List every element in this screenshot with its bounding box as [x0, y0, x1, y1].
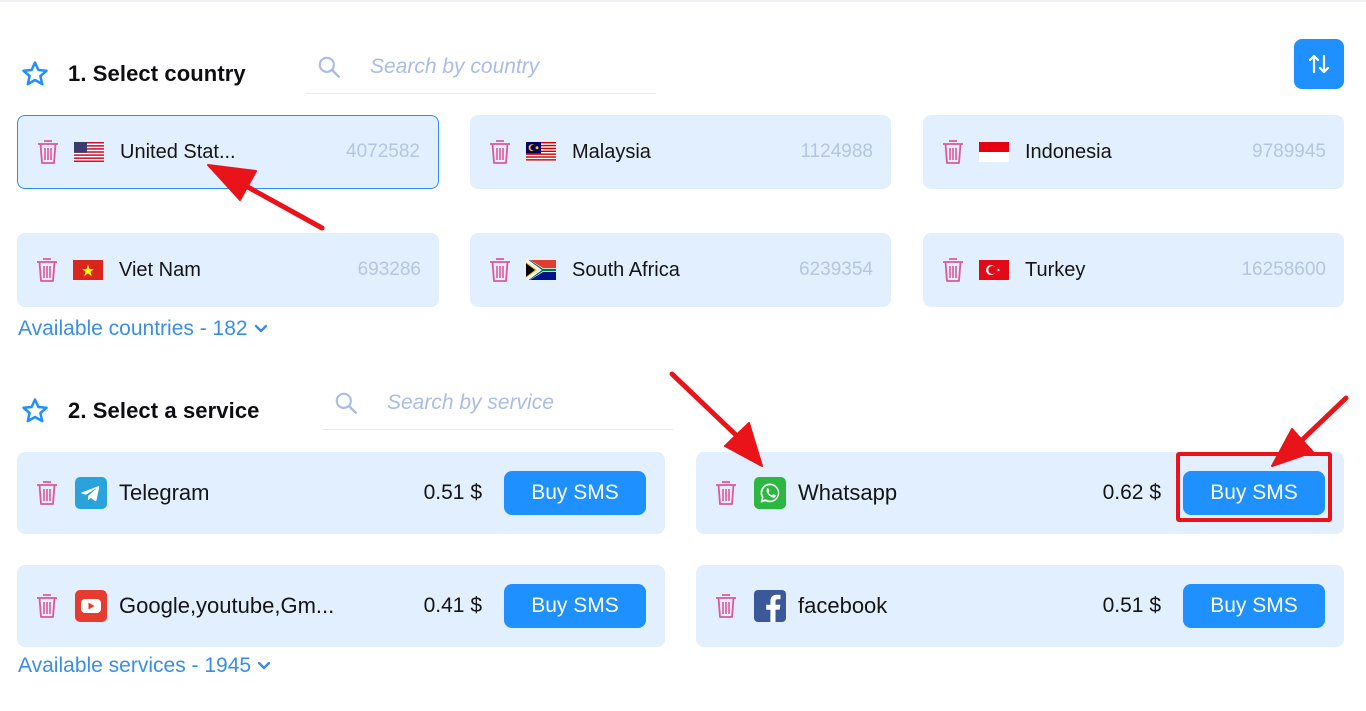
service-name: Google,youtube,Gm...: [119, 593, 335, 618]
trash-icon[interactable]: [941, 256, 965, 284]
country-name: South Africa: [572, 258, 680, 281]
service-card-google[interactable]: Google,youtube,Gm... 0.41 $ Buy SMS: [17, 565, 665, 647]
top-divider: [0, 0, 1366, 2]
service-price: 0.41 $: [423, 594, 482, 617]
telegram-icon: [75, 477, 107, 509]
flag-za-icon: [526, 260, 556, 280]
country-name: Indonesia: [1025, 140, 1112, 163]
country-count: 1124988: [800, 141, 873, 162]
search-icon: [318, 56, 340, 78]
buy-sms-button[interactable]: Buy SMS: [504, 584, 646, 628]
country-count: 16258600: [1241, 259, 1326, 280]
service-card-telegram[interactable]: Telegram 0.51 $ Buy SMS: [17, 452, 665, 534]
whatsapp-icon: [754, 477, 786, 509]
available-services-toggle[interactable]: Available services - 1945: [18, 654, 271, 678]
country-card-south-africa[interactable]: South Africa 6239354: [470, 233, 891, 307]
service-name: Telegram: [119, 480, 210, 505]
country-search-input[interactable]: [370, 54, 650, 79]
trash-icon[interactable]: [941, 138, 965, 166]
country-section-title: 1. Select country: [68, 61, 246, 86]
flag-id-icon: [979, 142, 1009, 162]
buy-sms-button[interactable]: Buy SMS: [1183, 584, 1325, 628]
flag-vn-icon: [73, 260, 103, 280]
country-search[interactable]: [306, 40, 656, 94]
service-search[interactable]: [323, 376, 673, 430]
service-price: 0.51 $: [423, 481, 482, 504]
country-card-malaysia[interactable]: Malaysia 1124988: [470, 115, 891, 189]
trash-icon[interactable]: [36, 138, 60, 166]
country-name: United Stat...: [120, 140, 236, 163]
annotation-highlight-box: [1176, 452, 1332, 522]
service-name: facebook: [798, 593, 888, 618]
service-card-facebook[interactable]: facebook 0.51 $ Buy SMS: [696, 565, 1344, 647]
star-icon[interactable]: [20, 59, 50, 89]
buy-sms-button[interactable]: Buy SMS: [504, 471, 646, 515]
trash-icon[interactable]: [35, 479, 59, 507]
flag-us-icon: [74, 142, 104, 162]
flag-my-icon: [526, 142, 556, 162]
country-count: 4072582: [346, 141, 420, 162]
trash-icon[interactable]: [488, 138, 512, 166]
facebook-icon: [754, 590, 786, 622]
search-icon: [335, 392, 357, 414]
service-section-title: 2. Select a service: [68, 398, 260, 423]
sort-icon: [1308, 54, 1330, 74]
country-card-viet-nam[interactable]: Viet Nam 693286: [17, 233, 439, 307]
country-count: 6239354: [799, 259, 873, 280]
country-name: Turkey: [1025, 258, 1086, 281]
country-card-turkey[interactable]: Turkey 16258600: [923, 233, 1344, 307]
trash-icon[interactable]: [714, 479, 738, 507]
available-countries-toggle[interactable]: Available countries - 182: [18, 317, 268, 341]
service-price: 0.62 $: [1102, 481, 1161, 504]
available-services-label: Available services - 1945: [18, 654, 252, 677]
country-card-indonesia[interactable]: Indonesia 9789945: [923, 115, 1344, 189]
country-card-united-states[interactable]: United Stat... 4072582: [17, 115, 439, 189]
country-count: 693286: [357, 259, 421, 280]
service-section-header: 2. Select a service: [20, 396, 260, 426]
sort-button[interactable]: [1294, 39, 1344, 89]
service-search-input[interactable]: [387, 390, 667, 415]
country-count: 9789945: [1252, 141, 1326, 162]
chevron-down-icon: [257, 661, 271, 670]
country-name: Malaysia: [572, 140, 651, 163]
trash-icon[interactable]: [488, 256, 512, 284]
youtube-icon: [75, 590, 107, 622]
flag-tr-icon: [979, 260, 1009, 280]
trash-icon[interactable]: [714, 592, 738, 620]
star-icon[interactable]: [20, 396, 50, 426]
chevron-down-icon: [254, 324, 267, 333]
available-countries-label: Available countries - 182: [18, 317, 248, 340]
service-price: 0.51 $: [1102, 594, 1161, 617]
service-name: Whatsapp: [798, 480, 898, 505]
trash-icon[interactable]: [35, 256, 59, 284]
trash-icon[interactable]: [35, 592, 59, 620]
country-section-header: 1. Select country: [20, 59, 246, 89]
country-name: Viet Nam: [119, 258, 201, 281]
